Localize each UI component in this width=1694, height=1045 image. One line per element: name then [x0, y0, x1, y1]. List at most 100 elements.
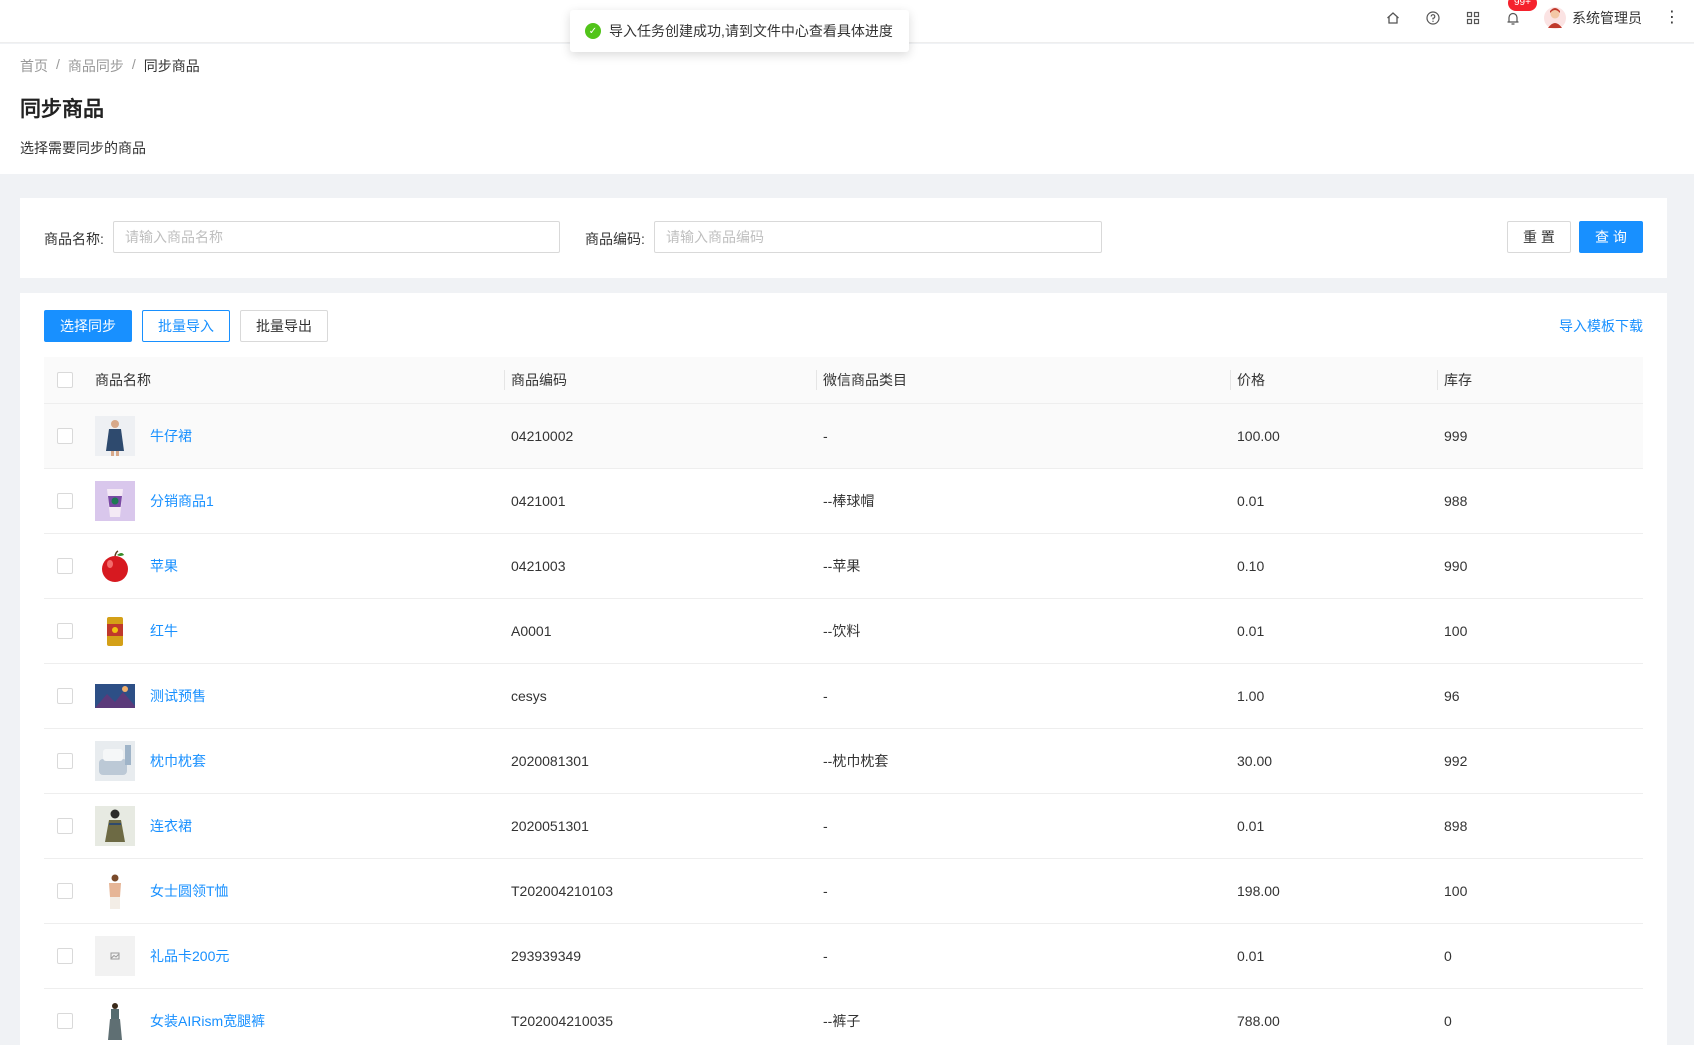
user-menu[interactable]: 系统管理员 [1544, 7, 1642, 29]
breadcrumb-home[interactable]: 首页 [20, 56, 48, 76]
product-price: 100.00 [1237, 428, 1280, 444]
reset-button[interactable]: 重 置 [1507, 221, 1571, 253]
row-checkbox[interactable] [57, 883, 73, 899]
product-code: T202004210035 [511, 1013, 613, 1029]
page-description: 选择需要同步的商品 [20, 140, 146, 156]
product-thumbnail [95, 611, 135, 651]
toast-message: 导入任务创建成功,请到文件中心查看具体进度 [609, 23, 893, 39]
help-icon[interactable] [1424, 9, 1442, 27]
notification-badge: 99+ [1508, 0, 1537, 11]
product-name-link[interactable]: 礼品卡200元 [150, 924, 229, 989]
product-name-link[interactable]: 牛仔裙 [150, 404, 192, 469]
select-sync-button[interactable]: 选择同步 [44, 310, 132, 342]
product-thumbnail [95, 936, 135, 976]
product-name-link[interactable]: 枕巾枕套 [150, 729, 206, 794]
row-checkbox[interactable] [57, 688, 73, 704]
product-name-label: 商品名称: [44, 231, 104, 247]
column-divider [504, 370, 505, 390]
product-category: - [823, 818, 828, 834]
select-all-checkbox[interactable] [57, 372, 73, 388]
row-checkbox[interactable] [57, 1013, 73, 1029]
batch-export-button[interactable]: 批量导出 [240, 310, 328, 342]
product-thumbnail [95, 806, 135, 846]
product-price: 788.00 [1237, 1013, 1280, 1029]
row-checkbox[interactable] [57, 623, 73, 639]
product-name-link[interactable]: 连衣裙 [150, 794, 192, 859]
product-price: 0.01 [1237, 818, 1265, 834]
product-list-panel: 选择同步 批量导入 批量导出 导入模板下载 商品名称 商品编码 微信商品类目 价… [20, 293, 1667, 1045]
apps-grid-icon[interactable] [1464, 9, 1482, 27]
product-code: 0421001 [511, 493, 566, 509]
notification-bell-icon[interactable]: 99+ [1504, 0, 1537, 27]
check-circle-icon: ✓ [585, 23, 601, 39]
product-stock: 96 [1444, 688, 1460, 704]
product-name-input[interactable] [113, 221, 560, 253]
query-button[interactable]: 查 询 [1579, 221, 1643, 253]
avatar [1544, 7, 1566, 29]
page-title: 同步商品 [20, 98, 104, 121]
column-header-price: 价格 [1237, 372, 1265, 388]
product-stock: 0 [1444, 948, 1452, 964]
product-name-link[interactable]: 女士圆领T恤 [150, 859, 229, 924]
table-row[interactable]: 女士圆领T恤 T202004210103 - 198.00 100 [44, 859, 1643, 924]
product-category: --饮料 [823, 623, 861, 639]
product-category: --枕巾枕套 [823, 753, 889, 769]
breadcrumb-product-sync[interactable]: 商品同步 [68, 56, 124, 76]
page-header: 首页 / 商品同步 / 同步商品 同步商品 选择需要同步的商品 [0, 44, 1694, 174]
table-row[interactable]: 测试预售 cesys - 1.00 96 [44, 664, 1643, 729]
row-checkbox[interactable] [57, 558, 73, 574]
product-name-link[interactable]: 红牛 [150, 599, 178, 664]
product-code: 0421003 [511, 558, 566, 574]
product-code-label: 商品编码: [585, 231, 645, 247]
more-vertical-icon[interactable]: ⋮ [1664, 9, 1680, 27]
product-name-link[interactable]: 女装AIRism宽腿裤 [150, 989, 265, 1045]
home-icon[interactable] [1384, 9, 1402, 27]
table-row[interactable]: 枕巾枕套 2020081301 --枕巾枕套 30.00 992 [44, 729, 1643, 794]
product-category: - [823, 428, 828, 444]
product-name-link[interactable]: 苹果 [150, 534, 178, 599]
product-price: 1.00 [1237, 688, 1265, 704]
column-header-name: 商品名称 [95, 372, 151, 388]
row-checkbox[interactable] [57, 818, 73, 834]
product-category: --裤子 [823, 1013, 861, 1029]
product-code: T202004210103 [511, 883, 613, 899]
row-checkbox[interactable] [57, 493, 73, 509]
product-name-link[interactable]: 分销商品1 [150, 469, 214, 534]
product-price: 0.10 [1237, 558, 1265, 574]
column-divider [816, 370, 817, 390]
table-row[interactable]: 牛仔裙 04210002 - 100.00 999 [44, 404, 1643, 469]
product-thumbnail [95, 741, 135, 781]
import-template-download-link[interactable]: 导入模板下载 [1559, 316, 1643, 336]
table-row[interactable]: 红牛 A0001 --饮料 0.01 100 [44, 599, 1643, 664]
batch-import-button[interactable]: 批量导入 [142, 310, 230, 342]
username: 系统管理员 [1572, 10, 1642, 26]
table-row[interactable]: 礼品卡200元 293939349 - 0.01 0 [44, 924, 1643, 989]
table-header: 商品名称 商品编码 微信商品类目 价格 库存 [44, 357, 1643, 404]
top-right-actions: 99+ 系统管理员 ⋮ [1384, 0, 1680, 36]
column-header-stock: 库存 [1444, 372, 1472, 388]
product-price: 30.00 [1237, 753, 1273, 769]
product-price: 0.01 [1237, 623, 1265, 639]
table-row[interactable]: 分销商品1 0421001 --棒球帽 0.01 988 [44, 469, 1643, 534]
column-header-code: 商品编码 [511, 372, 567, 388]
breadcrumb: 首页 / 商品同步 / 同步商品 [20, 56, 200, 76]
row-checkbox[interactable] [57, 948, 73, 964]
product-thumbnail [95, 1001, 135, 1041]
table-row[interactable]: 女装AIRism宽腿裤 T202004210035 --裤子 788.00 0 [44, 989, 1643, 1045]
product-stock: 898 [1444, 818, 1468, 834]
product-price: 0.01 [1237, 493, 1265, 509]
row-checkbox[interactable] [57, 428, 73, 444]
row-checkbox[interactable] [57, 753, 73, 769]
product-table: 商品名称 商品编码 微信商品类目 价格 库存 牛仔裙 04210002 - 100.0… [44, 357, 1643, 1045]
breadcrumb-separator: / [56, 56, 60, 72]
product-name-link[interactable]: 测试预售 [150, 664, 206, 729]
table-row[interactable]: 连衣裙 2020051301 - 0.01 898 [44, 794, 1643, 859]
product-thumbnail [95, 546, 135, 586]
product-thumbnail [95, 416, 135, 456]
table-row[interactable]: 苹果 0421003 --苹果 0.10 990 [44, 534, 1643, 599]
success-toast: ✓ 导入任务创建成功,请到文件中心查看具体进度 [570, 10, 909, 52]
product-code-input[interactable] [654, 221, 1102, 253]
product-category: - [823, 688, 828, 704]
product-category: - [823, 948, 828, 964]
product-category: --棒球帽 [823, 493, 875, 509]
